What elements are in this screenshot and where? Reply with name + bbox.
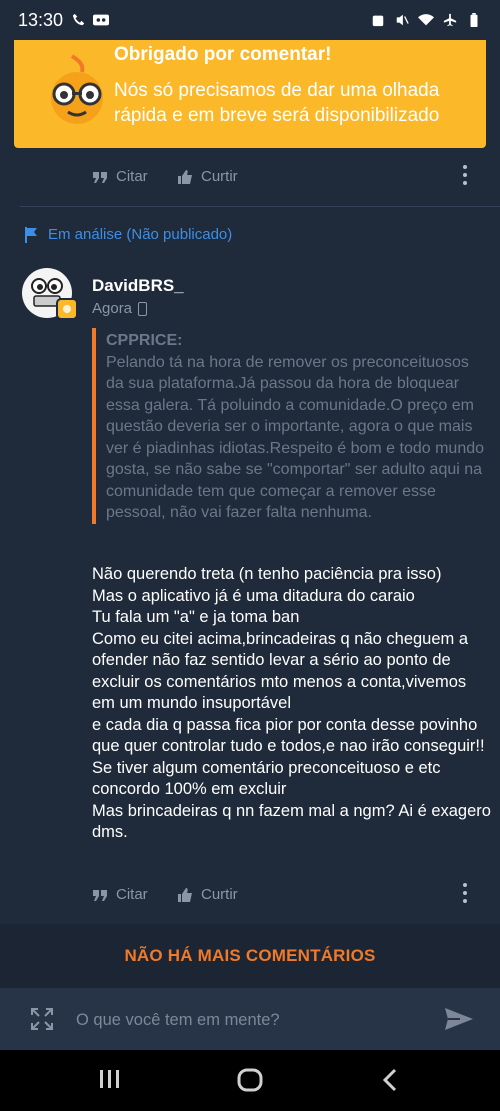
expand-icon[interactable] xyxy=(30,1007,54,1031)
thumbs-up-icon xyxy=(178,169,192,184)
like-label: Curtir xyxy=(201,168,238,185)
recent-apps-icon[interactable] xyxy=(98,1068,122,1090)
comment-actions: Citar Curtir xyxy=(0,874,500,914)
toast-title: Obrigado por comentar! xyxy=(114,44,332,65)
like-button[interactable]: Curtir xyxy=(177,168,238,185)
avatar[interactable] xyxy=(22,268,78,320)
level-badge-icon xyxy=(56,298,78,320)
thumbs-up-icon xyxy=(178,887,192,902)
quote-author: CPPRICE: xyxy=(106,332,183,349)
airplane-icon xyxy=(443,13,457,27)
divider xyxy=(20,206,500,207)
voicemail-icon xyxy=(93,14,110,26)
thank-you-toast: Obrigado por comentar! Nós só precisamos… xyxy=(14,30,486,148)
more-options-icon[interactable] xyxy=(462,883,468,905)
review-status: Em análise (Não publicado) xyxy=(24,226,232,243)
wifi-icon xyxy=(418,14,434,26)
battery-icon xyxy=(470,13,478,27)
toast-message: Nós só precisamos de dar uma olhada rápi… xyxy=(114,80,440,126)
mobile-device-icon xyxy=(138,301,148,316)
phone-call-icon xyxy=(72,13,85,26)
previous-comment-actions: Citar Curtir xyxy=(0,156,500,196)
nerd-mascot-icon xyxy=(51,54,103,124)
mute-icon xyxy=(396,14,409,26)
like-button[interactable]: Curtir xyxy=(177,886,238,903)
quote-icon xyxy=(93,171,107,183)
more-options-icon[interactable] xyxy=(462,165,468,187)
back-icon[interactable] xyxy=(380,1068,400,1092)
alarm-icon xyxy=(372,15,384,27)
quote-label: Citar xyxy=(116,886,148,903)
comment-input-bar xyxy=(0,988,500,1050)
flag-icon xyxy=(25,226,37,243)
quoted-comment: CPPRICE: Pelando tá na hora de remover o… xyxy=(92,328,484,524)
quote-button[interactable]: Citar xyxy=(92,886,148,903)
comment-input[interactable] xyxy=(76,1008,416,1032)
comment-username[interactable]: DavidBRS_ xyxy=(92,276,184,296)
comment-time: Agora xyxy=(92,300,133,317)
home-icon[interactable] xyxy=(237,1068,263,1092)
review-status-label: Em análise (Não publicado) xyxy=(48,226,233,243)
comment-time-row: Agora xyxy=(92,300,148,317)
status-bar: 13:30 xyxy=(0,0,500,40)
like-label: Curtir xyxy=(201,886,238,903)
no-more-comments-label: NÃO HÁ MAIS COMENTÁRIOS xyxy=(124,946,376,965)
system-nav-bar xyxy=(0,1050,500,1111)
comment-body: Não querendo treta (n tenho paciência pr… xyxy=(92,565,491,841)
quote-button[interactable]: Citar xyxy=(92,168,148,185)
no-more-comments-bar: NÃO HÁ MAIS COMENTÁRIOS xyxy=(0,924,500,988)
send-icon[interactable] xyxy=(444,1007,474,1031)
quote-label: Citar xyxy=(116,168,148,185)
status-time: 13:30 xyxy=(18,9,64,30)
quote-icon xyxy=(93,889,107,901)
quote-text: Pelando tá na hora de remover os preconc… xyxy=(106,353,485,522)
